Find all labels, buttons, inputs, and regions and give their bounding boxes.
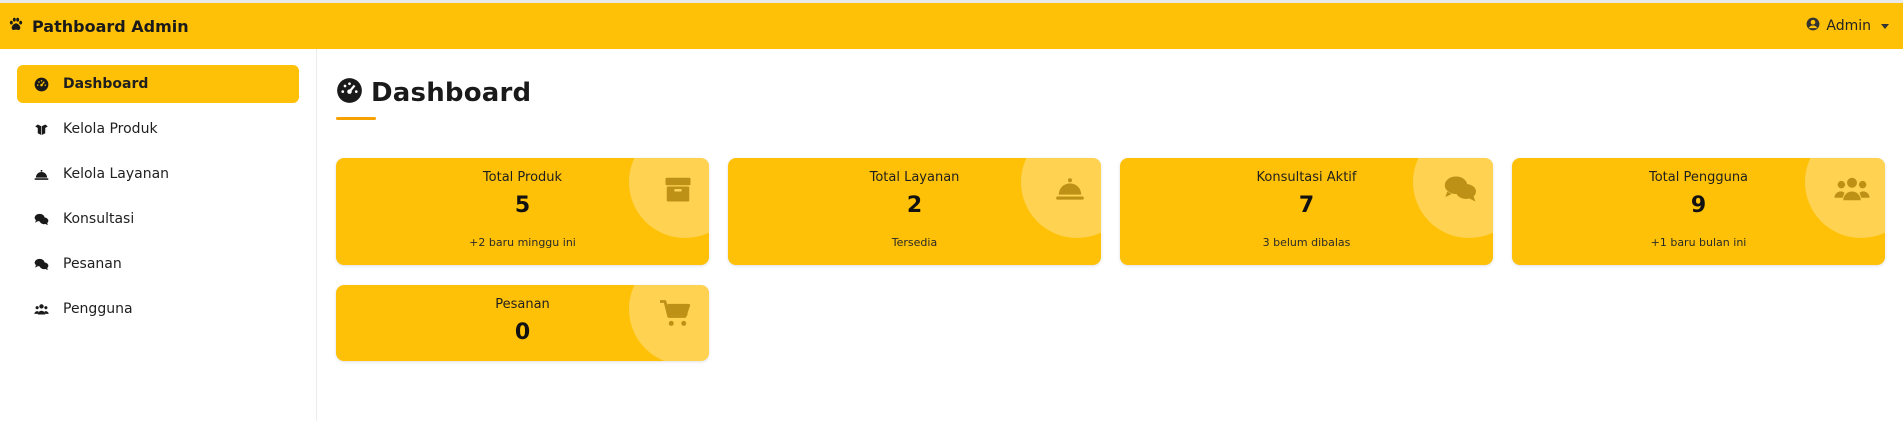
comments-icon (33, 256, 49, 272)
sidebar-item-label: Pengguna (63, 301, 133, 317)
sidebar-item-dashboard[interactable]: Dashboard (17, 65, 299, 103)
card-title: Total Layanan (869, 170, 960, 185)
sidebar-item-label: Konsultasi (63, 211, 135, 227)
user-menu[interactable]: Admin (1806, 17, 1889, 35)
sidebar-item-kelola-layanan[interactable]: Kelola Layanan (17, 155, 299, 193)
card-subtitle: 3 belum dibalas (1262, 236, 1351, 249)
card-subtitle: Tersedia (891, 236, 938, 249)
top-navbar: Pathboard Admin Admin (0, 0, 1903, 49)
card-value: 7 (1298, 193, 1315, 218)
stat-card-total-pengguna: Total Pengguna 9 +1 baru bulan ini (1512, 158, 1885, 265)
box-open-icon (33, 121, 49, 137)
brand-name: Pathboard Admin (32, 16, 189, 36)
page-title: Dashboard (371, 77, 532, 108)
sidebar-item-konsultasi[interactable]: Konsultasi (17, 200, 299, 238)
card-value: 2 (906, 193, 923, 218)
caret-down-icon (1881, 23, 1889, 29)
card-value: 9 (1690, 193, 1707, 218)
user-circle-icon (1806, 17, 1820, 35)
stat-card-pesanan: Pesanan 0 (336, 285, 709, 361)
comments-icon (33, 211, 49, 227)
sidebar: Dashboard Kelola Produk Kelola Layanan K… (0, 49, 317, 421)
sidebar-item-label: Pesanan (63, 256, 122, 272)
sidebar-item-label: Kelola Produk (63, 121, 158, 137)
card-subtitle: +2 baru minggu ini (469, 236, 576, 249)
title-underline (336, 117, 376, 120)
sidebar-item-pesanan[interactable]: Pesanan (17, 245, 299, 283)
user-name: Admin (1826, 18, 1871, 34)
card-value: 5 (514, 193, 531, 218)
card-title: Total Produk (482, 170, 563, 185)
card-title: Pesanan (495, 297, 550, 312)
gauge-icon (33, 76, 49, 92)
sidebar-item-pengguna[interactable]: Pengguna (17, 290, 299, 328)
sidebar-item-label: Kelola Layanan (63, 166, 170, 182)
page-header: Dashboard (336, 77, 531, 108)
card-title: Konsultasi Aktif (1256, 170, 1357, 185)
stat-card-total-produk: Total Produk 5 +2 baru minggu ini (336, 158, 709, 265)
main-content: Dashboard Total Produk 5 +2 baru minggu … (336, 49, 1886, 421)
card-subtitle: +1 baru bulan ini (1650, 236, 1747, 249)
stat-card-konsultasi-aktif: Konsultasi Aktif 7 3 belum dibalas (1120, 158, 1493, 265)
paw-icon (8, 16, 24, 36)
brand-link[interactable]: Pathboard Admin (8, 16, 189, 36)
users-icon (33, 301, 49, 317)
gauge-icon (336, 77, 363, 108)
sidebar-item-kelola-produk[interactable]: Kelola Produk (17, 110, 299, 148)
card-value: 0 (514, 320, 531, 345)
sidebar-item-label: Dashboard (63, 76, 149, 92)
bell-concierge-icon (33, 166, 49, 182)
stat-card-total-layanan: Total Layanan 2 Tersedia (728, 158, 1101, 265)
card-title: Total Pengguna (1648, 170, 1749, 185)
